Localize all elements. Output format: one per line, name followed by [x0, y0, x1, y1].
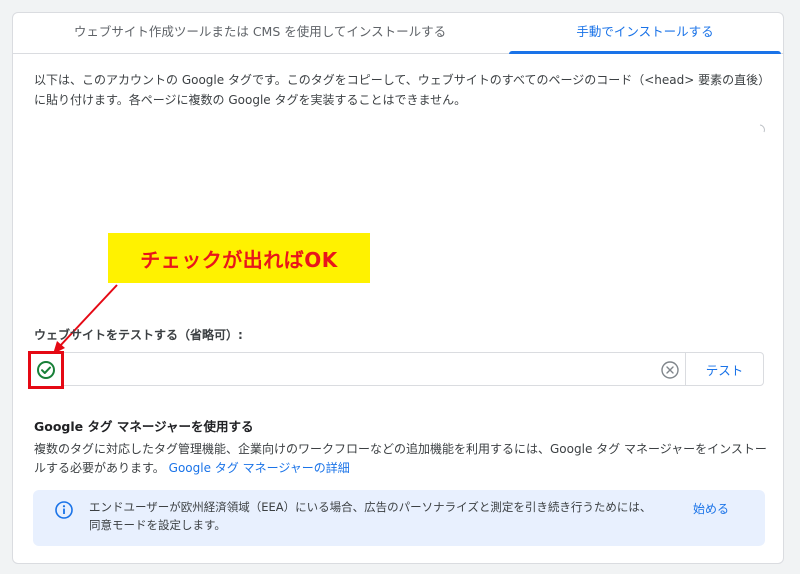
intro-line-1: 以下は、このアカウントの Google タグです。このタグをコピーして、ウェブサ… — [34, 73, 771, 87]
get-started-button[interactable]: 始める — [693, 500, 729, 517]
gtm-description-line-2: ルする必要があります。 Google タグ マネージャーの詳細 — [34, 459, 774, 478]
tab-manual-install[interactable]: 手動でインストールする — [507, 13, 783, 54]
gtm-description-text: ルする必要があります。 — [34, 461, 165, 475]
test-url-field: テスト — [28, 351, 764, 389]
success-highlight — [28, 351, 64, 389]
tab-cms-install[interactable]: ウェブサイト作成ツールまたは CMS を使用してインストールする — [13, 13, 507, 53]
loading-spinner-icon — [759, 124, 765, 133]
gtm-heading: Google タグ マネージャーを使用する — [34, 419, 254, 434]
gtm-description: 複数のタグに対応したタグ管理機能、企業向けのワークフローなどの追加機能を利用する… — [34, 440, 774, 478]
install-tabs: ウェブサイト作成ツールまたは CMS を使用してインストールする 手動でインスト… — [13, 13, 783, 54]
consent-mode-text: エンドユーザーが欧州経済領域（EEA）にいる場合、広告のパーソナライズと測定を引… — [89, 498, 669, 534]
active-tab-indicator — [509, 51, 781, 54]
annotation-callout-text: チェックが出ればOK — [140, 247, 338, 272]
intro-text: 以下は、このアカウントの Google タグです。このタグをコピーして、ウェブサ… — [34, 70, 771, 110]
install-card: ウェブサイト作成ツールまたは CMS を使用してインストールする 手動でインスト… — [12, 12, 784, 564]
tab-manual-install-label: 手動でインストールする — [576, 24, 714, 39]
check-circle-icon — [37, 361, 55, 379]
consent-mode-line-2: 同意モードを設定します。 — [89, 518, 226, 532]
intro-line-2: に貼り付けます。各ページに複数の Google タグを実装することはできません。 — [34, 93, 467, 107]
consent-mode-line-1: エンドユーザーが欧州経済領域（EEA）にいる場合、広告のパーソナライズと測定を引… — [89, 500, 652, 514]
tab-cms-install-label: ウェブサイト作成ツールまたは CMS を使用してインストールする — [73, 24, 447, 39]
consent-mode-banner: エンドユーザーが欧州経済領域（EEA）にいる場合、広告のパーソナライズと測定を引… — [33, 490, 765, 546]
gtm-learn-more-link[interactable]: Google タグ マネージャーの詳細 — [169, 461, 350, 475]
gtm-description-line-1: 複数のタグに対応したタグ管理機能、企業向けのワークフローなどの追加機能を利用する… — [34, 442, 767, 456]
test-button[interactable]: テスト — [685, 353, 763, 385]
test-website-label: ウェブサイトをテストする（省略可）: — [34, 328, 243, 342]
clear-icon[interactable] — [660, 360, 680, 380]
info-icon — [55, 501, 73, 519]
annotation-callout: チェックが出ればOK — [108, 233, 370, 283]
test-url-input[interactable] — [70, 357, 654, 383]
test-button-label: テスト — [705, 362, 744, 378]
